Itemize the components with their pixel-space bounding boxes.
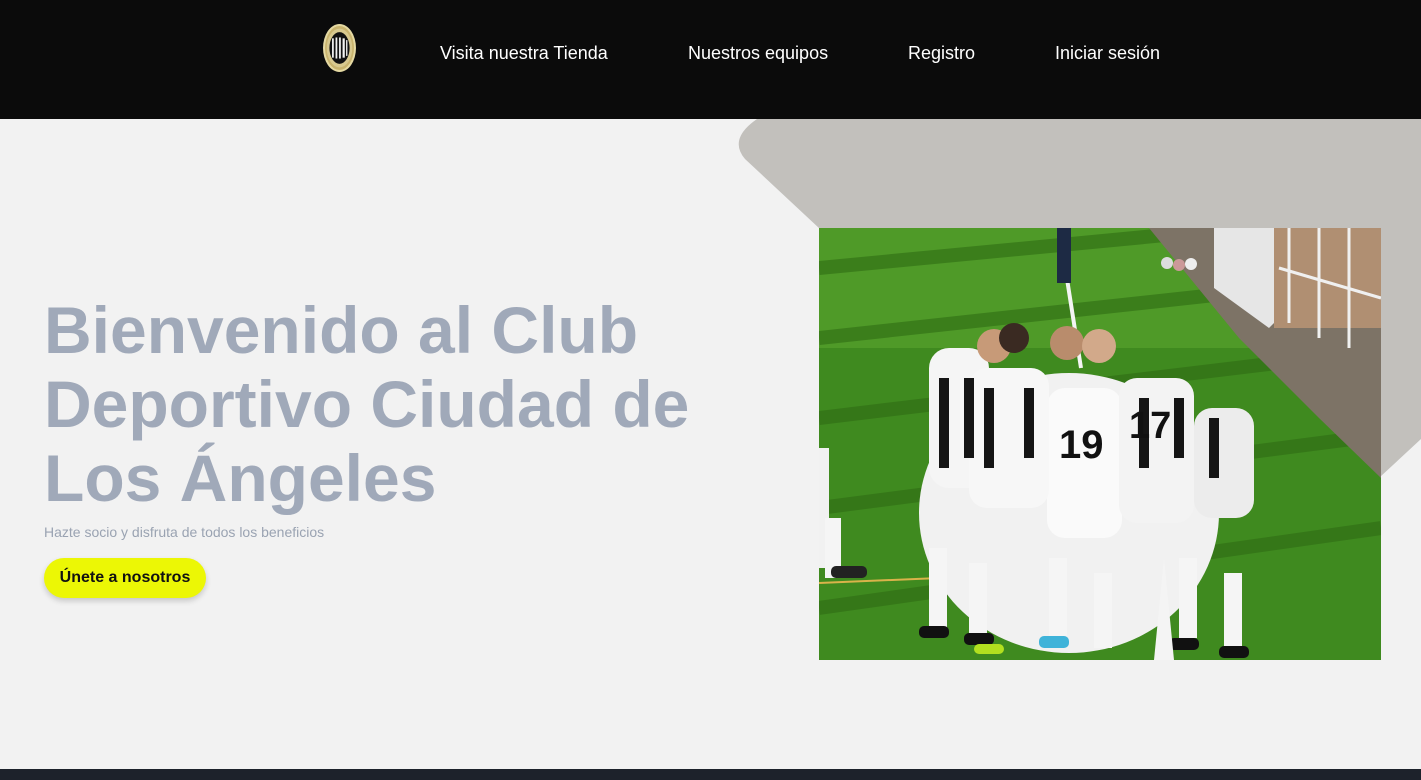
club-crest-icon[interactable] [323,24,356,72]
nav-link-iniciar-sesion[interactable]: Iniciar sesión [1055,42,1160,64]
team-celebration-photo: 19 17 [819,228,1381,660]
nav-link-tienda[interactable]: Visita nuestra Tienda [440,42,608,64]
hero-section: Bienvenido al Club Deportivo Ciudad de L… [0,119,1421,769]
svg-text:17: 17 [1129,405,1171,447]
hero-title: Bienvenido al Club Deportivo Ciudad de L… [44,293,690,515]
nav-link-equipos[interactable]: Nuestros equipos [688,42,828,64]
svg-text:19: 19 [1059,423,1104,467]
top-navbar: Visita nuestra Tienda Nuestros equipos R… [0,0,1421,119]
nav-link-registro[interactable]: Registro [908,42,975,64]
footer-strip [0,769,1421,780]
hero-subtitle: Hazte socio y disfruta de todos los bene… [44,524,325,540]
join-us-button[interactable]: Únete a nosotros [44,558,206,598]
